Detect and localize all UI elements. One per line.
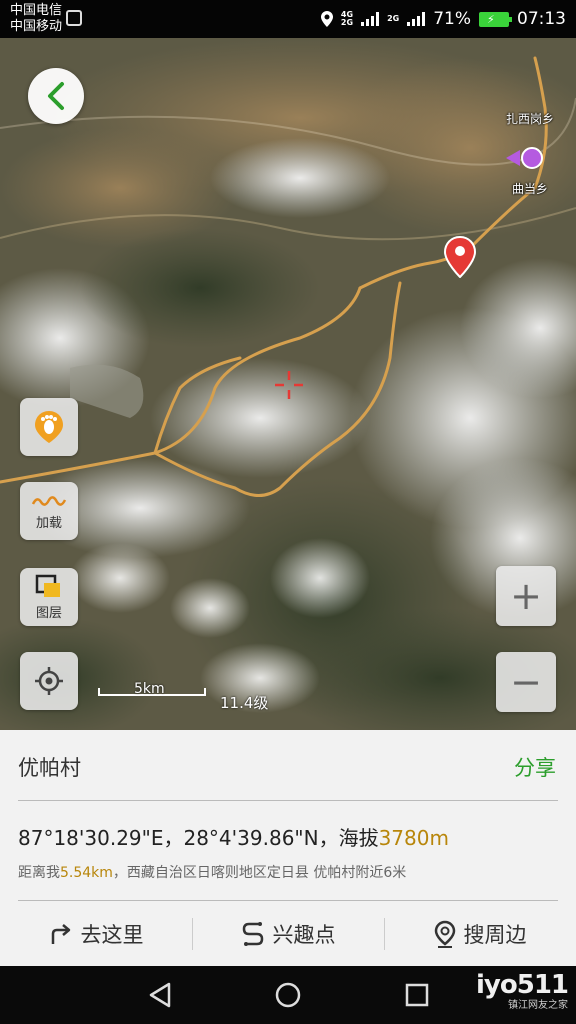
place-name: 优帕村 [18, 756, 81, 780]
location-icon [320, 11, 333, 27]
layers-label: 图层 [35, 605, 62, 621]
layers-icon [35, 574, 60, 597]
divider [18, 900, 558, 901]
nav-home-button[interactable] [273, 980, 303, 1010]
signal-strength-1-icon [361, 12, 380, 26]
nav-recents-button[interactable] [402, 980, 432, 1010]
altitude-value: 3780m [378, 826, 449, 850]
clock: 07:13 [517, 9, 566, 29]
poi-button[interactable]: 兴趣点 [192, 908, 384, 960]
scale-label: 5km [134, 681, 165, 697]
map-view[interactable]: 扎西岗乡 曲当乡 加载 图层 + − 5km 11.4级 [0, 38, 576, 730]
square-recents-icon [405, 983, 429, 1007]
carrier-info: 中国电信 中国移动 [10, 3, 62, 35]
search-nearby-button[interactable]: 搜周边 [384, 908, 576, 960]
altitude-label: 海拔 [338, 826, 379, 850]
triangle-back-icon [149, 982, 171, 1008]
map-label-town-2: 曲当乡 [512, 182, 549, 196]
back-button[interactable] [28, 68, 84, 124]
chevron-left-icon [48, 82, 64, 110]
coordinates-line: 87°18'30.29"E，28°4'39.86"N，海拔3780m [18, 822, 449, 851]
coordinates: 87°18'30.29"E，28°4'39.86"N， [18, 826, 339, 850]
carrier-2: 中国移动 [10, 19, 63, 34]
wave-icon [31, 495, 67, 506]
status-indicators: 4G 2G 2G 71% ⚡ 07:13 [320, 7, 566, 31]
network-type-2: 2G [387, 14, 400, 23]
poi-label: 兴趣点 [272, 923, 336, 947]
carrier-1: 中国电信 [10, 3, 63, 18]
turn-arrow-icon [51, 924, 70, 944]
info-panel: 优帕村 分享 87°18'30.29"E，28°4'39.86"N，海拔3780… [0, 730, 576, 966]
system-nav-bar: iyo511 镇江网友之家 [0, 966, 576, 1024]
nav-back-button[interactable] [145, 980, 175, 1010]
share-button[interactable]: 分享 [514, 752, 556, 782]
load-button[interactable]: 加载 [20, 482, 78, 540]
route-s-icon [242, 922, 263, 946]
search-nearby-label: 搜周边 [463, 923, 527, 947]
distance-line: 距离我5.54km，西藏自治区日喀则地区定日县 优帕村附近6米 [18, 862, 406, 882]
go-here-button[interactable]: 去这里 [0, 908, 192, 960]
map-pin-icon[interactable] [444, 236, 476, 278]
locate-icon [35, 667, 63, 695]
watermark: iyo511 镇江网友之家 [476, 970, 569, 1011]
circle-home-icon [275, 982, 301, 1008]
load-label: 加载 [35, 515, 62, 531]
app-notification-icon [66, 10, 82, 26]
distance-value: 5.54km [60, 865, 113, 881]
battery-icon: ⚡ [479, 11, 512, 27]
zoom-in-button[interactable]: + [496, 566, 556, 626]
location-description: ，西藏自治区日喀则地区定日县 优帕村附近6米 [112, 865, 407, 881]
zoom-out-button[interactable]: − [496, 652, 556, 712]
signal-strength-2-icon [407, 12, 426, 26]
crosshair-icon [275, 371, 303, 399]
zoom-level: 11.4级 [220, 694, 269, 712]
status-bar: 中国电信 中国移动 4G 2G 2G 71% ⚡ 07:13 [0, 0, 576, 38]
distance-prefix: 距离我 [18, 865, 60, 881]
divider [18, 800, 558, 801]
footprint-icon [35, 411, 63, 443]
network-type-1: 4G 2G [340, 10, 354, 27]
action-bar: 去这里 兴趣点 搜周边 [0, 908, 576, 960]
go-here-label: 去这里 [80, 923, 144, 947]
footprint-button[interactable] [20, 398, 78, 456]
battery-percent: 71% [433, 9, 471, 29]
layers-button[interactable]: 图层 [20, 568, 78, 626]
locate-button[interactable] [20, 652, 78, 710]
map-label-town-1: 扎西岗乡 [506, 112, 555, 126]
pin-search-icon [434, 920, 455, 948]
direction-arrow-icon [506, 147, 543, 169]
